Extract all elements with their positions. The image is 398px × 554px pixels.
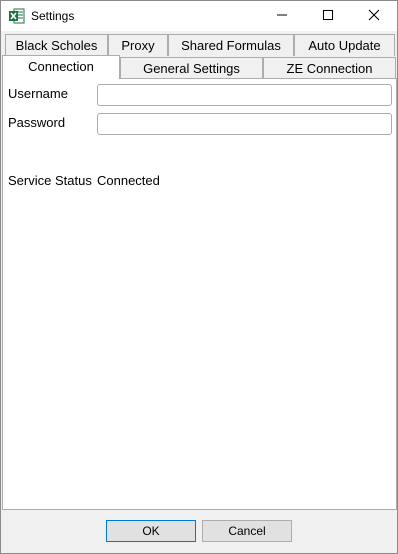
maximize-button[interactable] [305, 1, 351, 31]
ok-button[interactable]: OK [106, 520, 196, 542]
password-label: Password [8, 115, 66, 130]
tab-black-scholes[interactable]: Black Scholes [5, 34, 108, 56]
window-title: Settings [31, 9, 75, 23]
tab-shared-formulas[interactable]: Shared Formulas [168, 34, 294, 56]
settings-window: Settings Black Scholes Proxy Shared Form… [0, 0, 398, 554]
excel-icon [9, 8, 25, 24]
connection-panel: Username Password Service Status Connect… [2, 78, 397, 510]
tab-general-settings[interactable]: General Settings [120, 57, 263, 79]
password-input[interactable] [97, 113, 392, 135]
minimize-button[interactable] [259, 1, 305, 31]
tab-auto-update[interactable]: Auto Update [294, 34, 395, 56]
tab-proxy[interactable]: Proxy [108, 34, 168, 56]
username-input[interactable] [97, 84, 392, 106]
cancel-button[interactable]: Cancel [202, 520, 292, 542]
tab-ze-connection[interactable]: ZE Connection [263, 57, 396, 79]
username-label: Username [8, 86, 68, 101]
close-button[interactable] [351, 1, 397, 31]
tab-connection[interactable]: Connection [2, 55, 120, 79]
title-bar[interactable]: Settings [1, 1, 397, 31]
maximize-icon [322, 9, 334, 24]
service-status-label: Service Status [8, 173, 92, 188]
service-status-value: Connected [97, 173, 160, 188]
minimize-icon [276, 9, 288, 24]
close-icon [368, 9, 380, 24]
